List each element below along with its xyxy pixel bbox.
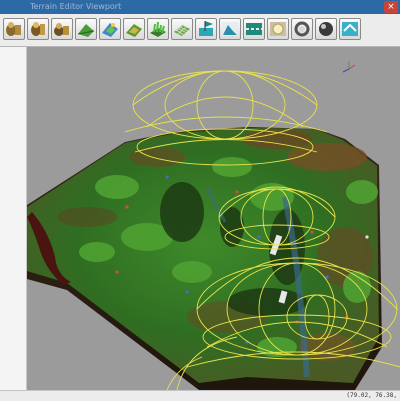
terrain-raise-button[interactable]: [75, 18, 97, 40]
unit-placer-b-button[interactable]: [27, 18, 49, 40]
close-icon[interactable]: ×: [384, 1, 398, 13]
light-sun-icon: [270, 22, 286, 36]
water-flag-button[interactable]: [195, 18, 217, 40]
title-bar: Terrain Editor Viewport ×: [0, 0, 400, 14]
sphere-button[interactable]: [315, 18, 337, 40]
terrain-paint-icon: [102, 23, 118, 37]
cliff-button[interactable]: [219, 18, 241, 40]
unit-placer-b-icon: [31, 22, 45, 36]
tile-swap-button[interactable]: [339, 18, 361, 40]
terrain-paint-button[interactable]: [99, 18, 121, 40]
unit-placer-a-button[interactable]: [3, 18, 25, 40]
left-panel: [0, 47, 27, 390]
road-icon: [246, 23, 262, 35]
cliff-icon: [222, 22, 238, 36]
terrain-scene: [27, 61, 400, 390]
terrain-smooth-button[interactable]: [123, 18, 145, 40]
ring-button[interactable]: [291, 18, 313, 40]
grass-tile-button[interactable]: [147, 18, 169, 40]
tile-swap-icon: [342, 22, 358, 36]
terrain-3d-viewport[interactable]: [27, 47, 400, 390]
toolbar: [0, 14, 400, 47]
water-flag-icon: [199, 21, 213, 36]
light-sun-button[interactable]: [267, 18, 289, 40]
status-bar: (79.02, 76.38,: [0, 390, 400, 401]
unit-placer-c-icon: [54, 23, 69, 36]
sphere-icon: [319, 22, 333, 36]
unit-placer-c-button[interactable]: [51, 18, 73, 40]
terrain-raise-icon: [77, 24, 95, 37]
axis-gizmo: [342, 61, 356, 73]
window-title: Terrain Editor Viewport: [30, 2, 122, 11]
grass-tile-icon: [150, 21, 166, 37]
unit-placer-a-icon: [6, 22, 21, 36]
terrain-grid-button[interactable]: [171, 18, 193, 40]
terrain-grid-icon: [174, 23, 190, 36]
road-button[interactable]: [243, 18, 265, 40]
terrain-smooth-icon: [126, 24, 142, 37]
ring-icon: [294, 21, 310, 37]
